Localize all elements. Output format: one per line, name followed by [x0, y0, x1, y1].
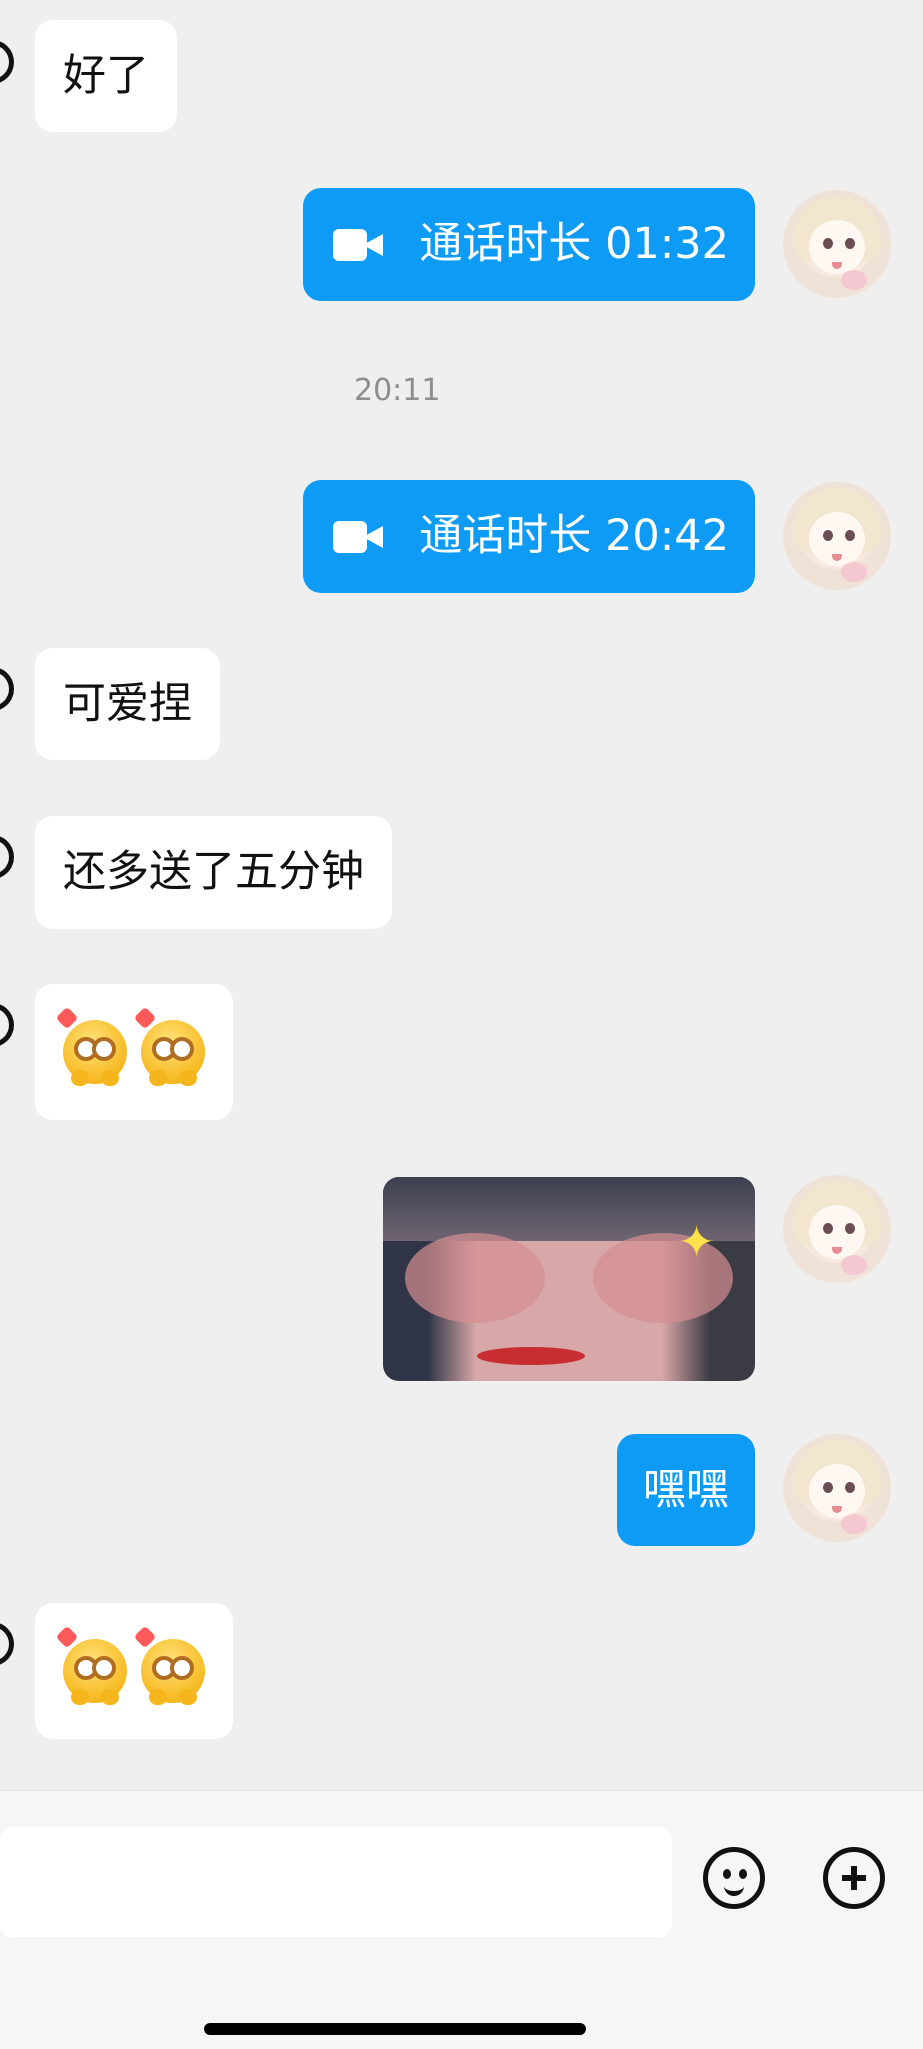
- message-bubble-incoming[interactable]: 好了: [35, 20, 177, 132]
- call-record-bubble[interactable]: 通话时长 01:32: [303, 188, 755, 301]
- composer-bar: [0, 1790, 923, 2049]
- home-indicator: [204, 2023, 586, 2035]
- my-avatar[interactable]: [783, 1175, 891, 1283]
- my-avatar[interactable]: [783, 190, 891, 298]
- message-text: 嘿嘿: [643, 1464, 729, 1515]
- video-call-icon: [333, 227, 384, 263]
- message-bubble-incoming[interactable]: 还多送了五分钟: [35, 816, 392, 929]
- image-message[interactable]: ✦: [383, 1177, 755, 1381]
- message-bubble-outgoing[interactable]: 嘿嘿: [617, 1434, 755, 1546]
- plus-circle-icon[interactable]: [823, 1847, 885, 1909]
- contact-avatar[interactable]: [0, 40, 14, 84]
- hearts-eyes-emoji-icon: [133, 1625, 205, 1705]
- my-avatar[interactable]: [783, 1434, 891, 1542]
- message-input[interactable]: [0, 1827, 672, 1937]
- message-bubble-incoming[interactable]: 可爱捏: [35, 648, 220, 760]
- contact-avatar[interactable]: [0, 1003, 14, 1047]
- my-avatar[interactable]: [783, 482, 891, 590]
- smile-icon[interactable]: [703, 1847, 765, 1909]
- call-record-bubble[interactable]: 通话时长 20:42: [303, 480, 755, 593]
- video-call-icon: [333, 519, 384, 555]
- hearts-eyes-emoji-icon: [55, 1625, 127, 1705]
- message-text: 还多送了五分钟: [63, 847, 364, 897]
- hearts-eyes-emoji-icon: [55, 1006, 127, 1086]
- emoji-message-bubble[interactable]: [35, 1603, 233, 1739]
- call-duration-text: 通话时长 20:42: [419, 511, 729, 561]
- contact-avatar[interactable]: [0, 667, 14, 711]
- contact-avatar[interactable]: [0, 1622, 14, 1666]
- hearts-eyes-emoji-icon: [133, 1006, 205, 1086]
- message-text: 可爱捏: [63, 678, 192, 729]
- contact-avatar[interactable]: [0, 835, 14, 879]
- message-timestamp: 20:11: [354, 373, 441, 408]
- sparkle-icon: ✦: [678, 1217, 715, 1268]
- emoji-message-bubble[interactable]: [35, 984, 233, 1120]
- message-text: 好了: [63, 50, 149, 101]
- call-duration-text: 通话时长 01:32: [419, 219, 729, 269]
